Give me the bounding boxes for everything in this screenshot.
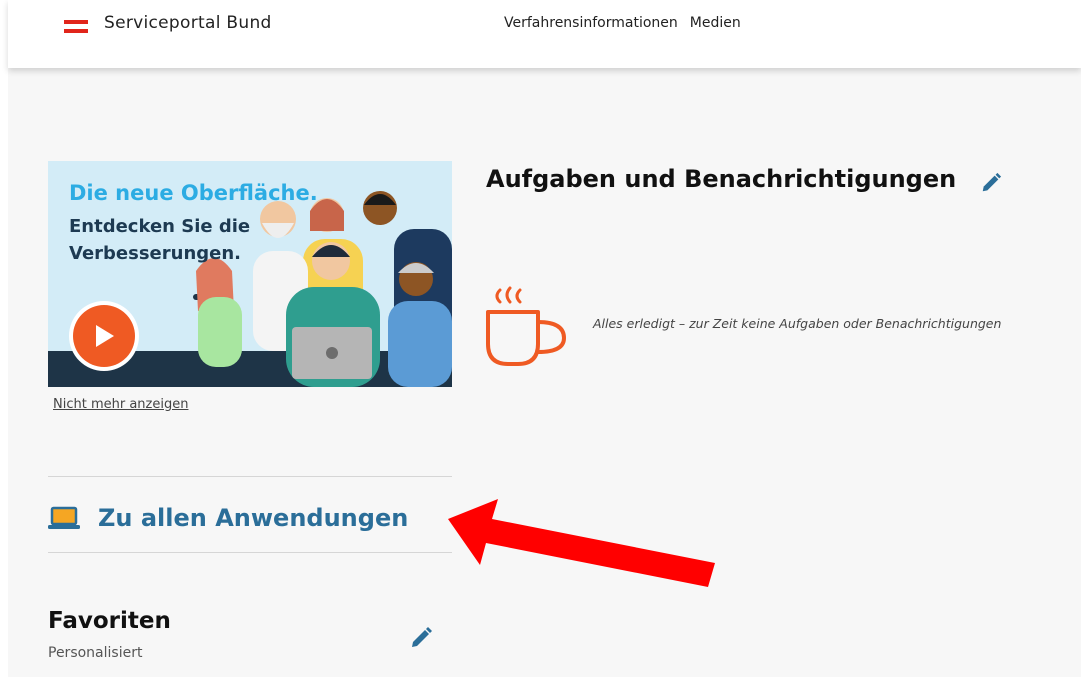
tasks-notifications-title: Aufgaben und Benachrichtigungen — [486, 165, 957, 193]
red-arrow-annotation — [448, 499, 715, 587]
edit-tasks-pencil-icon[interactable] — [980, 172, 1002, 194]
all-applications-label: Zu allen Anwendungen — [98, 504, 409, 532]
banner-subtitle-line-1: Entdecken Sie die — [69, 216, 251, 237]
divider-top — [48, 476, 452, 477]
nav-medien[interactable]: Medien — [690, 15, 741, 31]
main-nav: Verfahrensinformationen Medien — [504, 15, 741, 31]
banner-subtitle: Entdecken Sie die Verbesserungen. — [69, 213, 250, 267]
play-button-circle — [73, 305, 135, 367]
all-applications-link[interactable]: Zu allen Anwendungen — [48, 498, 408, 538]
coffee-cup-icon — [486, 286, 567, 366]
laptop-icon — [48, 506, 80, 529]
brand-name[interactable]: Serviceportal Bund — [104, 13, 272, 33]
austria-flag-logo-icon[interactable] — [64, 16, 92, 38]
new-interface-banner[interactable]: Die neue Oberfläche. Entdecken Sie die V… — [48, 161, 452, 387]
nav-verfahrensinformationen[interactable]: Verfahrensinformationen — [504, 15, 678, 31]
play-video-button[interactable] — [69, 301, 139, 371]
edit-favorites-pencil-icon[interactable] — [409, 626, 433, 650]
divider-bottom — [48, 552, 452, 553]
no-tasks-message: Alles erledigt – zur Zeit keine Aufgaben… — [593, 316, 1002, 331]
favorites-title: Favoriten — [48, 608, 171, 634]
play-icon — [96, 325, 114, 347]
banner-subtitle-line-2: Verbesserungen. — [69, 243, 242, 264]
banner-title: Die neue Oberfläche. — [69, 181, 318, 205]
dismiss-banner-link[interactable]: Nicht mehr anzeigen — [53, 397, 188, 412]
favorites-subtitle: Personalisiert — [48, 645, 143, 661]
top-navigation-bar: Serviceportal Bund Verfahrensinformation… — [8, 0, 1081, 68]
